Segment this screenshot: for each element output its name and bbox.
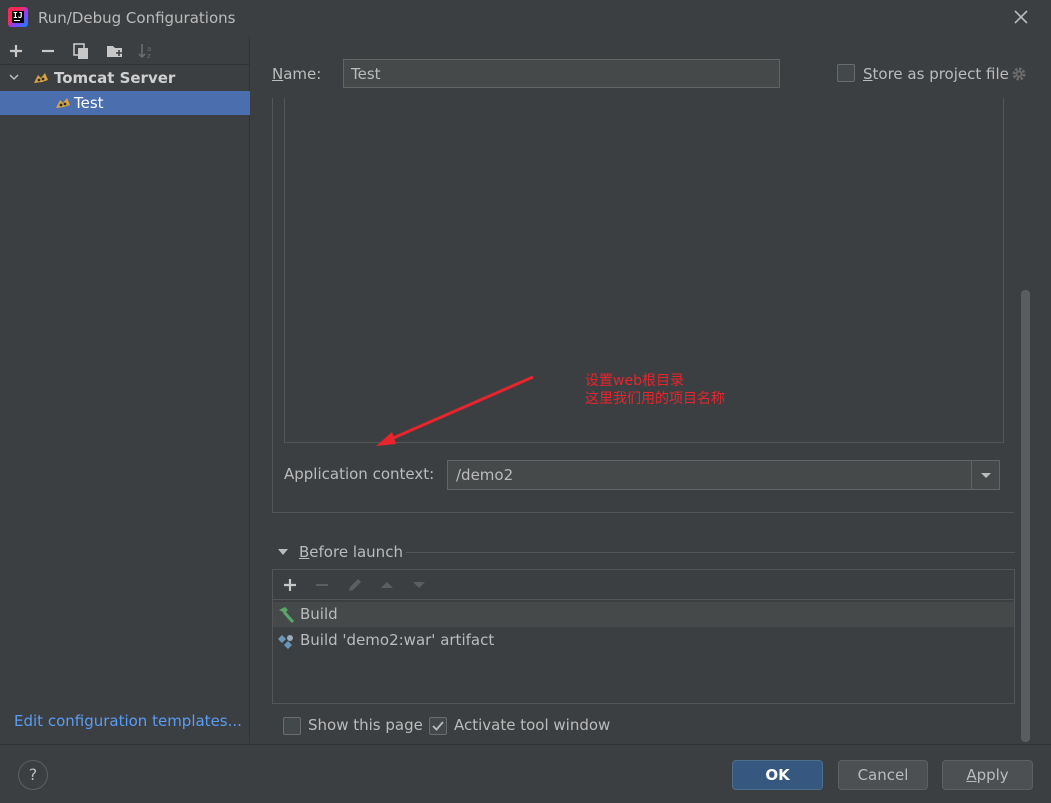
close-icon[interactable] [1011, 7, 1031, 27]
edit-templates-link[interactable]: Edit configuration templates... [14, 712, 242, 730]
chevron-down-icon[interactable] [8, 71, 20, 83]
move-up-icon[interactable] [378, 576, 396, 594]
intellij-app-icon: IJ [8, 7, 28, 27]
before-launch-separator [406, 552, 1015, 553]
section-border [272, 98, 273, 513]
help-button[interactable]: ? [18, 760, 48, 790]
apply-button[interactable]: Apply [942, 760, 1033, 790]
new-folder-icon[interactable] [105, 41, 125, 61]
bottom-separator [0, 744, 1051, 745]
svg-text:z: z [147, 52, 151, 60]
hammer-icon [279, 607, 295, 624]
chevron-down-icon [981, 473, 991, 478]
annotation-line-2: 这里我们用的项目名称 [585, 391, 725, 407]
remove-icon[interactable] [38, 41, 58, 61]
sidebar-toolbar: az [0, 37, 250, 65]
store-as-project-file-checkbox[interactable] [837, 64, 855, 82]
configurations-sidebar [0, 37, 250, 743]
remove-task-icon[interactable] [313, 576, 331, 594]
move-down-icon[interactable] [410, 576, 428, 594]
artifact-icon [278, 635, 293, 649]
add-icon[interactable] [6, 41, 26, 61]
show-this-page-label: Show this page [308, 716, 423, 734]
tree-node-tomcat-server[interactable]: Tomcat Server [0, 66, 250, 90]
checkmark-icon [432, 721, 444, 731]
window-title: Run/Debug Configurations [38, 9, 236, 27]
tree-item-label: Test [74, 94, 104, 112]
dropdown-button[interactable] [971, 461, 999, 489]
tree-node-label: Tomcat Server [54, 69, 176, 87]
sort-icon[interactable]: az [137, 41, 157, 61]
edit-task-icon[interactable] [346, 576, 364, 594]
tree-item-test[interactable]: Test [0, 91, 250, 115]
cancel-button[interactable]: Cancel [838, 760, 928, 790]
gear-icon[interactable] [1010, 65, 1028, 83]
task-label: Build [300, 605, 338, 623]
tomcat-icon [56, 98, 70, 108]
show-this-page-checkbox[interactable] [283, 717, 301, 735]
application-context-label: Application context: [284, 465, 435, 483]
activate-tool-window-checkbox[interactable] [429, 717, 447, 735]
activate-tool-window-label: Activate tool window [454, 716, 611, 734]
annotation-line-1: 设置web根目录 [585, 373, 684, 389]
application-context-combo[interactable]: /demo2 [447, 460, 1000, 490]
tomcat-icon [34, 73, 48, 83]
annotation-text: 设置web根目录 这里我们用的项目名称 [585, 372, 725, 408]
add-task-icon[interactable] [281, 576, 299, 594]
before-launch-label[interactable]: Before launch [299, 543, 403, 561]
collapse-triangle-icon[interactable] [278, 547, 288, 557]
name-input[interactable] [343, 59, 780, 88]
ok-button[interactable]: OK [732, 760, 823, 790]
application-context-value: /demo2 [456, 466, 514, 484]
name-label: Name: [272, 65, 322, 83]
before-launch-toolbar [273, 570, 1014, 600]
scrollbar-thumb[interactable] [1021, 290, 1030, 742]
copy-icon[interactable] [71, 41, 91, 61]
annotation-arrow-icon [376, 375, 534, 446]
task-label: Build 'demo2:war' artifact [300, 631, 495, 649]
section-divider [272, 512, 1014, 513]
before-launch-task-build[interactable]: Build [273, 602, 1014, 627]
before-launch-task-artifact[interactable]: Build 'demo2:war' artifact [273, 628, 1014, 653]
store-as-project-file-label: Store as project file [863, 65, 1009, 83]
